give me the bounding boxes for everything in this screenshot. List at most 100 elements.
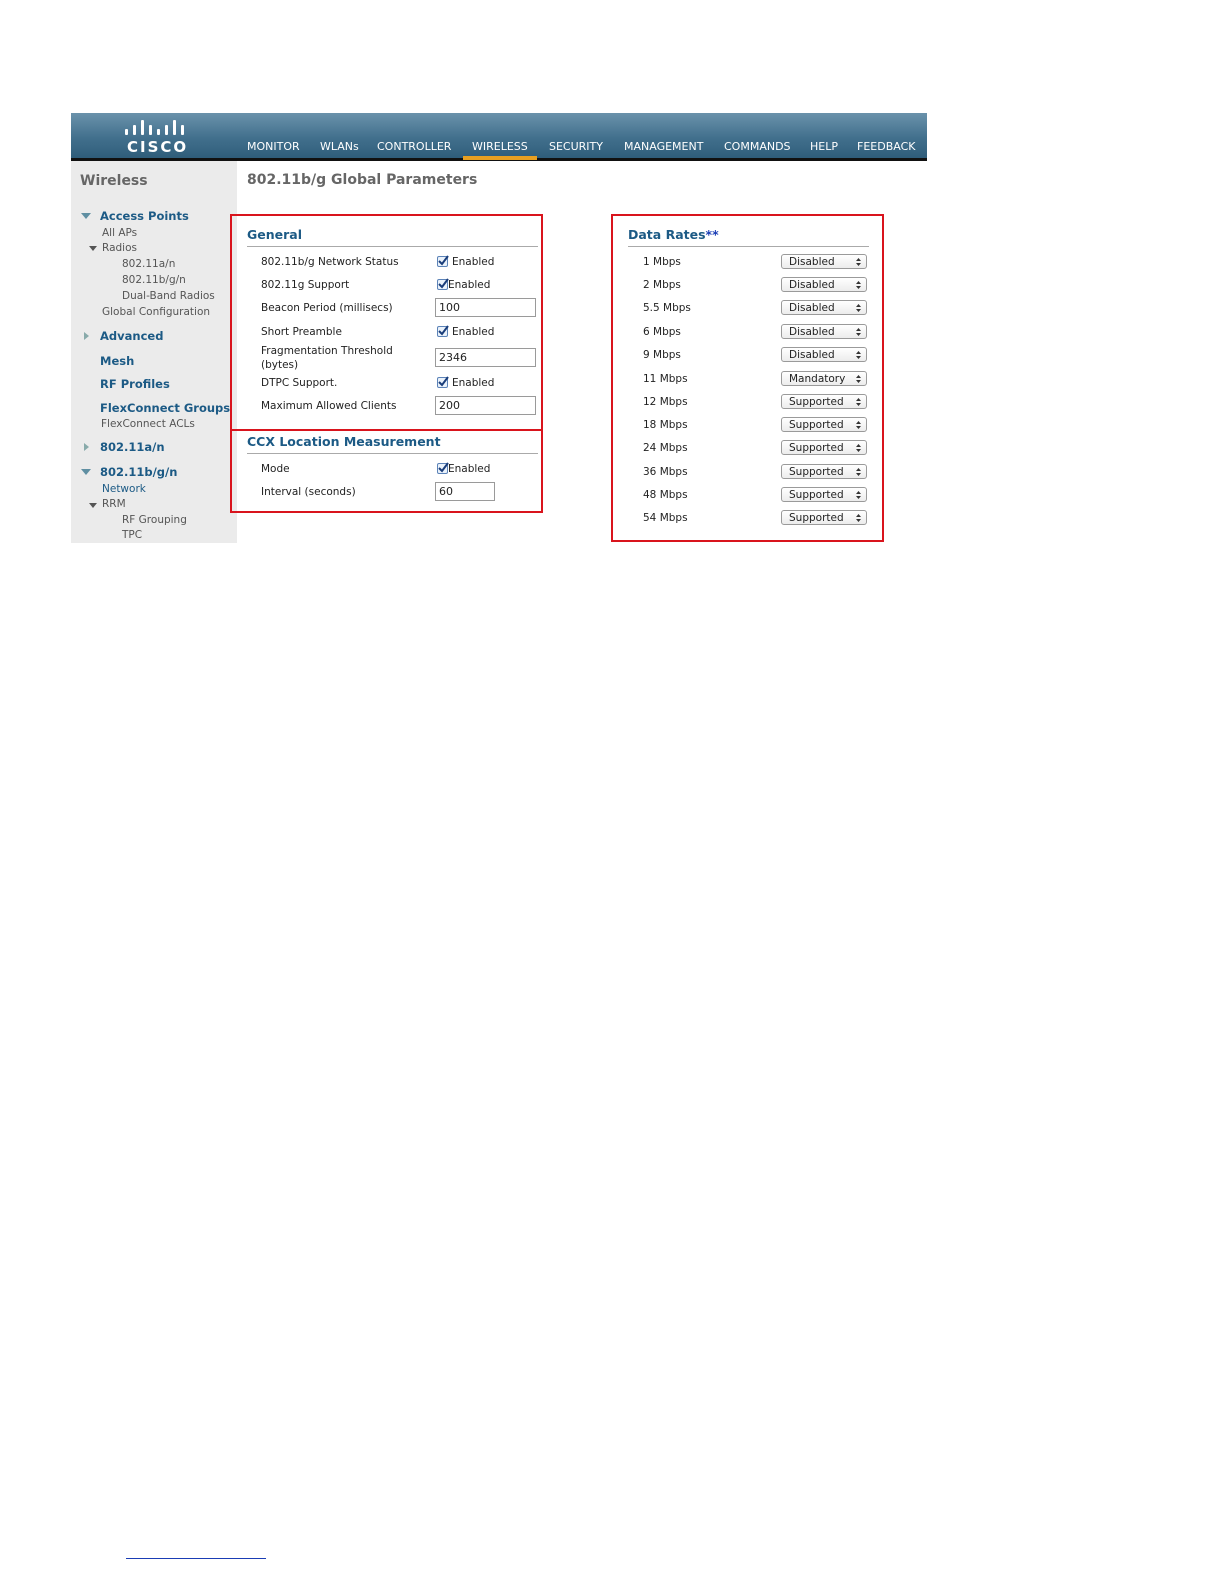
rate-select[interactable]: Supported (781, 464, 867, 479)
short-preamble-checkbox[interactable] (437, 325, 449, 337)
data-rates-title-text: Data Rates (628, 227, 706, 242)
sidebar-item-rf-grouping[interactable]: RF Grouping (122, 514, 187, 526)
rate-select-value: Supported (789, 466, 844, 478)
sidebar-item-tpc[interactable]: TPC (122, 529, 142, 541)
rate-select[interactable]: Disabled (781, 347, 867, 362)
rate-label: 6 Mbps (643, 326, 681, 338)
expand-down-icon[interactable] (89, 503, 97, 508)
sidebar-item-rf-profiles[interactable]: RF Profiles (100, 377, 170, 391)
nav-wireless[interactable]: WIRELESS (463, 140, 537, 160)
page-title: 802.11b/g Global Parameters (247, 172, 478, 188)
sidebar-item-access-points[interactable]: Access Points (100, 209, 189, 223)
select-arrows-icon (856, 351, 861, 359)
select-arrows-icon (856, 328, 861, 336)
rate-select-value: Supported (789, 489, 844, 501)
nav-monitor[interactable]: MONITOR (247, 140, 300, 153)
rate-select-value: Disabled (789, 256, 835, 268)
nav-management[interactable]: MANAGEMENT (624, 140, 703, 153)
nav-feedback[interactable]: FEEDBACK (857, 140, 915, 153)
nav-help[interactable]: HELP (810, 140, 838, 153)
network-status-checkbox[interactable] (437, 255, 449, 267)
data-rates-section-title: Data Rates** (628, 227, 719, 242)
sidebar: Wireless Access Points All APs Radios 80… (71, 161, 237, 543)
cisco-logo: CISCO (121, 119, 191, 156)
rate-select-value: Disabled (789, 279, 835, 291)
rate-select[interactable]: Disabled (781, 254, 867, 269)
expand-down-icon[interactable] (81, 213, 91, 219)
rate-select-value: Supported (789, 396, 844, 408)
rate-label: 2 Mbps (643, 279, 681, 291)
rate-select[interactable]: Supported (781, 394, 867, 409)
expand-down-icon[interactable] (89, 246, 97, 251)
frag-threshold-input[interactable] (435, 348, 536, 367)
rate-select-value: Supported (789, 419, 844, 431)
rate-select[interactable]: Disabled (781, 324, 867, 339)
max-clients-input[interactable] (435, 396, 536, 415)
rate-select[interactable]: Supported (781, 510, 867, 525)
expand-right-icon[interactable] (84, 443, 89, 451)
sidebar-item-80211bgn[interactable]: 802.11b/g/n (100, 465, 177, 479)
sidebar-item-advanced[interactable]: Advanced (100, 329, 163, 343)
ccx-section-title: CCX Location Measurement (247, 434, 441, 449)
rate-label: 24 Mbps (643, 442, 688, 454)
nav-commands[interactable]: COMMANDS (724, 140, 791, 153)
select-arrows-icon (856, 491, 861, 499)
sidebar-item-rrm[interactable]: RRM (102, 498, 126, 510)
sidebar-item-80211an[interactable]: 802.11a/n (100, 440, 165, 454)
rate-select-value: Supported (789, 512, 844, 524)
sidebar-item-dual-band[interactable]: Dual-Band Radios (122, 290, 215, 302)
nav-security[interactable]: SECURITY (549, 140, 603, 153)
ccx-interval-input[interactable] (435, 482, 495, 501)
rate-select-value: Mandatory (789, 373, 846, 385)
short-preamble-text: Enabled (452, 326, 495, 338)
rate-label: 1 Mbps (643, 256, 681, 268)
expand-down-icon[interactable] (81, 469, 91, 475)
top-header: CISCO MONITOR WLANs CONTROLLER WIRELESS … (71, 113, 927, 161)
sidebar-item-mesh[interactable]: Mesh (100, 354, 134, 368)
sidebar-item-radio-80211bgn[interactable]: 802.11b/g/n (122, 274, 186, 286)
expand-right-icon[interactable] (84, 332, 89, 340)
sidebar-item-all-aps[interactable]: All APs (102, 227, 137, 239)
rate-select-value: Disabled (789, 326, 835, 338)
select-arrows-icon (856, 398, 861, 406)
cisco-logo-text: CISCO (127, 138, 189, 156)
sidebar-item-radio-80211an[interactable]: 802.11a/n (122, 258, 175, 270)
ccx-divider (247, 453, 538, 454)
g-support-text: Enabled (448, 279, 491, 291)
rate-select-value: Supported (789, 442, 844, 454)
rate-label: 54 Mbps (643, 512, 688, 524)
ccx-mode-checkbox[interactable] (437, 462, 449, 474)
sidebar-item-network[interactable]: Network (102, 483, 146, 495)
dtpc-label: DTPC Support. (261, 377, 338, 389)
frag-threshold-unit-label: (bytes) (261, 359, 299, 371)
sidebar-item-flexconnect-groups[interactable]: FlexConnect Groups (100, 401, 230, 415)
rate-label: 11 Mbps (643, 373, 688, 385)
network-status-label: 802.11b/g Network Status (261, 256, 399, 268)
select-arrows-icon (856, 258, 861, 266)
select-arrows-icon (856, 281, 861, 289)
rate-label: 9 Mbps (643, 349, 681, 361)
sidebar-item-global-config[interactable]: Global Configuration (102, 306, 210, 318)
sidebar-item-radios[interactable]: Radios (102, 242, 137, 254)
nav-wlans[interactable]: WLANs (320, 140, 359, 153)
rate-select-value: Disabled (789, 349, 835, 361)
g-support-label: 802.11g Support (261, 279, 350, 291)
rate-label: 12 Mbps (643, 396, 688, 408)
max-clients-label: Maximum Allowed Clients (261, 400, 397, 412)
g-support-checkbox[interactable] (437, 278, 449, 290)
ccx-mode-text: Enabled (448, 463, 491, 475)
data-rates-title-stars: ** (705, 227, 719, 242)
rate-select[interactable]: Supported (781, 487, 867, 502)
select-arrows-icon (856, 514, 861, 522)
rate-select[interactable]: Supported (781, 440, 867, 455)
rate-select-value: Disabled (789, 302, 835, 314)
rate-select[interactable]: Supported (781, 417, 867, 432)
beacon-period-input[interactable] (435, 298, 536, 317)
rate-select[interactable]: Disabled (781, 300, 867, 315)
dtpc-checkbox[interactable] (437, 376, 449, 388)
sidebar-item-flexconnect-acls[interactable]: FlexConnect ACLs (101, 418, 195, 430)
rate-select[interactable]: Disabled (781, 277, 867, 292)
rate-select[interactable]: Mandatory (781, 371, 867, 386)
general-section-title: General (247, 227, 302, 242)
nav-controller[interactable]: CONTROLLER (377, 140, 451, 153)
